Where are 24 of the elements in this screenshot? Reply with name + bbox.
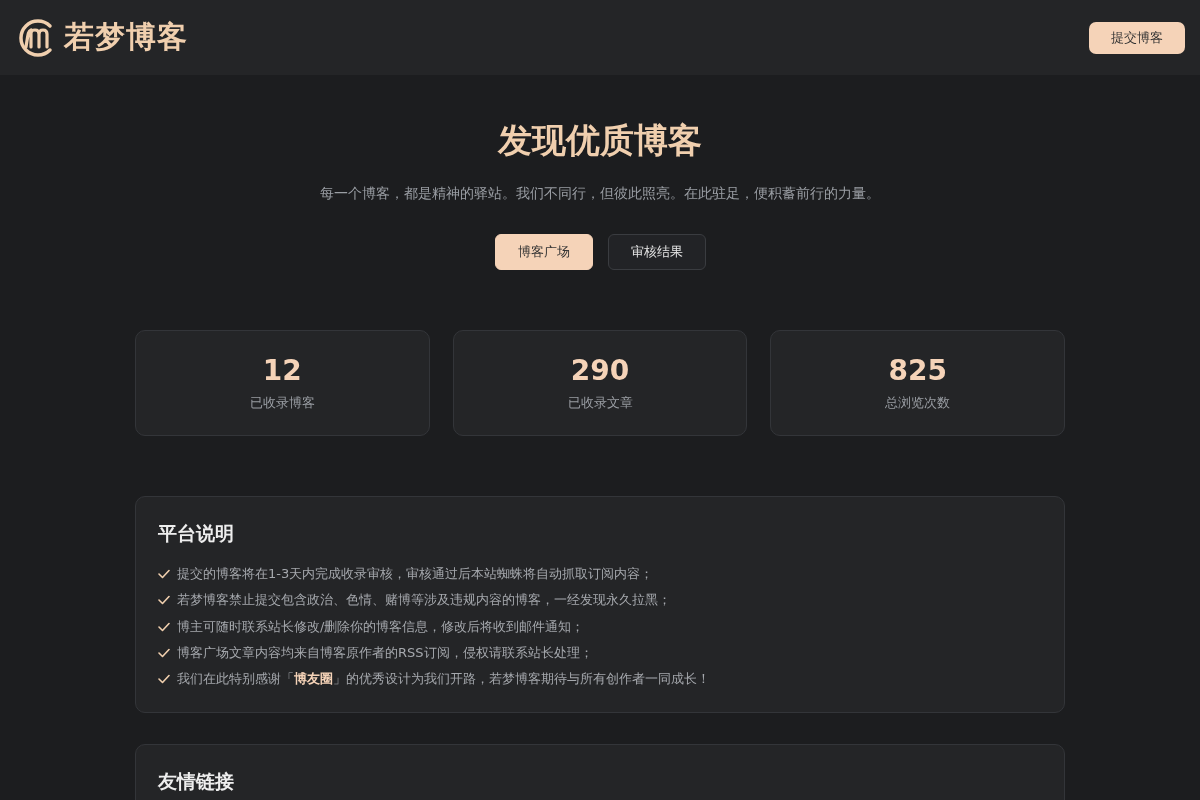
tab[interactable]: 审核结果 [607,234,706,270]
submit-blog-button[interactable]: 提交博客 [1089,21,1185,54]
check-icon [158,569,170,580]
logo-text[interactable]: 若梦博客 [64,17,188,58]
check-icon [158,595,170,606]
notice-text: 提交的博客将在1-3天内完成收录审核，审核通过后本站蜘蛛将自动抓取订阅内容； [177,565,654,584]
section-title: 平台说明 [158,521,235,546]
stat-label: 已收录文章 [567,394,633,412]
page-title: 发现优质博客 [498,119,702,161]
stat-label: 总浏览次数 [885,394,951,412]
check-icon [158,674,170,685]
tab[interactable]: 博客广场 [494,234,593,270]
section-title: 友情链接 [158,769,235,795]
stat-value: 12 [262,354,302,388]
stat-value: 290 [570,354,630,388]
stat-value: 825 [888,354,947,388]
check-icon [158,621,170,632]
notice-text: 若梦博客禁止提交包含政治、色情、赌博等涉及违规内容的博客，一经发现永久拉黑； [177,591,671,610]
check-icon [158,648,170,659]
notice-text: 博主可随时联系站长修改/删除你的博客信息，修改后将收到邮件通知； [177,617,585,636]
notice-text: 博客广场文章内容均来自博客原作者的RSS订阅，侵权请联系站长处理； [177,644,593,663]
subtitle: 每一个博客，都是精神的驿站。我们不同行，但彼此照亮。在此驻足，便积蓄前行的力量。 [320,184,880,203]
notice-text: 我们在此特别感谢「博友圈」的优秀设计为我们开路，若梦博客期待与所有创作者一同成长！ [177,670,710,689]
stat-label: 已收录博客 [249,394,315,412]
